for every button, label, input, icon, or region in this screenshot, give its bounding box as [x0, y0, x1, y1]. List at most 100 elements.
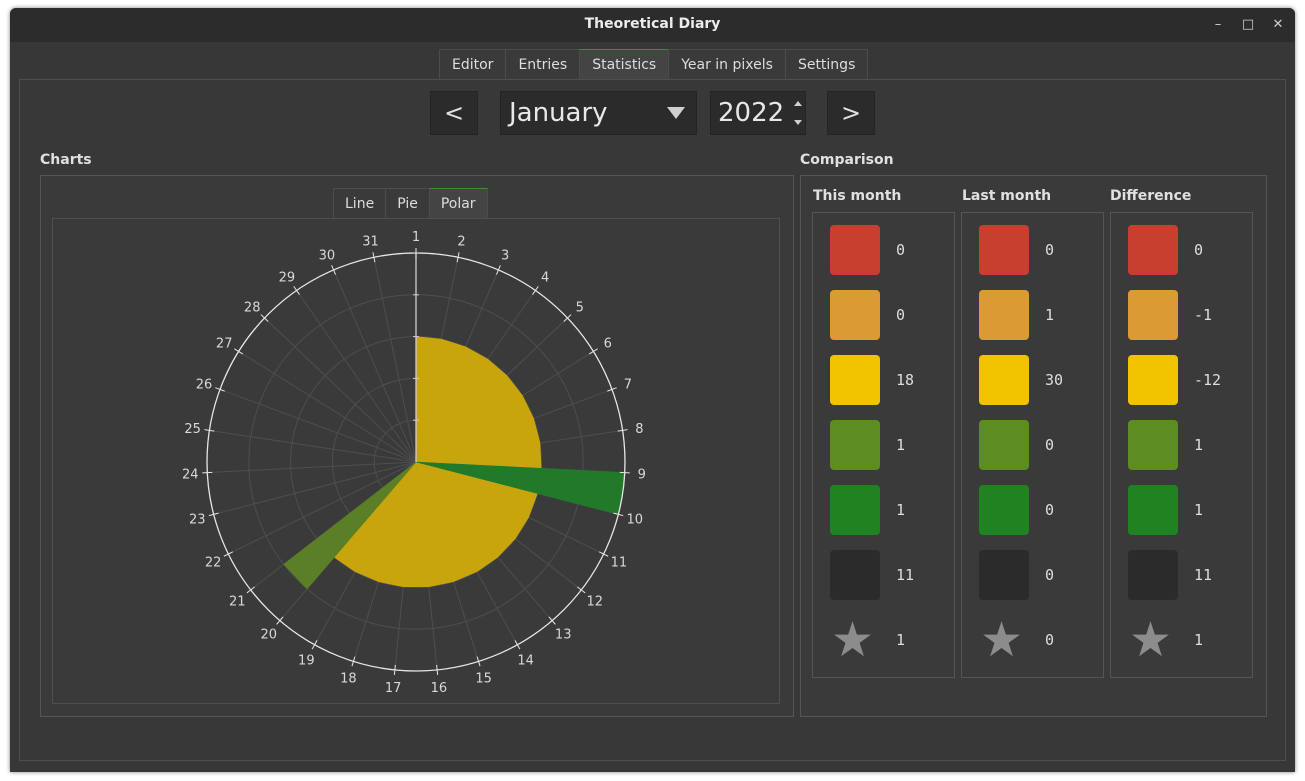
angular-tick	[223, 551, 234, 557]
angular-tick	[311, 640, 318, 650]
angular-label-21: 21	[229, 594, 246, 609]
chart-type-tabs: Line Pie Polar	[333, 188, 488, 218]
count-value-good: 1	[896, 436, 906, 454]
grid-spoke	[333, 269, 417, 463]
angular-label-26: 26	[196, 378, 213, 393]
count-value-okay: -12	[1194, 371, 1222, 389]
tab-statistics[interactable]: Statistics	[579, 49, 670, 79]
angular-label-7: 7	[624, 378, 632, 393]
angular-label-9: 9	[638, 467, 646, 482]
angular-label-11: 11	[611, 556, 628, 571]
angular-label-15: 15	[475, 672, 492, 687]
angular-tick	[234, 348, 244, 355]
dropdown-arrow-icon	[667, 107, 685, 119]
tab-line-chart[interactable]: Line	[333, 188, 387, 218]
tab-pie-chart[interactable]: Pie	[385, 188, 430, 218]
tab-editor[interactable]: Editor	[439, 49, 507, 79]
count-value-very-bad: 0	[1045, 241, 1055, 259]
rating-swatch-bad	[830, 290, 880, 340]
spin-down-icon[interactable]	[794, 120, 802, 125]
grid-spoke	[238, 351, 417, 463]
count-value-very-good: 1	[896, 501, 906, 519]
rating-swatch-very-bad	[1128, 225, 1178, 275]
window-title: Theoretical Diary	[584, 16, 721, 32]
rating-swatch-good	[979, 420, 1029, 470]
angular-tick	[577, 586, 586, 594]
difference-column: 0 -1 -12 1 1 11 ★ 1	[1110, 212, 1253, 678]
count-value-special: 1	[896, 631, 906, 649]
angular-label-30: 30	[319, 248, 336, 263]
count-value-okay: 18	[896, 371, 915, 389]
count-value-bad: 1	[1045, 306, 1055, 324]
rating-swatch-very-good	[979, 485, 1029, 535]
count-value-very-good: 0	[1045, 501, 1055, 519]
count-value-bad: 0	[896, 306, 906, 324]
angular-label-4: 4	[541, 271, 549, 286]
grid-spoke	[207, 461, 417, 474]
count-value-good: 1	[1194, 436, 1204, 454]
minimize-icon[interactable]: –	[1210, 17, 1226, 32]
angular-label-18: 18	[340, 672, 357, 687]
rating-swatch-okay	[830, 355, 880, 405]
tab-polar-chart[interactable]: Polar	[428, 188, 488, 218]
angular-tick	[514, 640, 521, 650]
next-month-button[interactable]: >	[827, 91, 875, 135]
rating-swatch-bad	[1128, 290, 1178, 340]
angular-label-23: 23	[189, 513, 206, 528]
angular-tick	[293, 286, 300, 295]
spin-up-icon[interactable]	[794, 101, 802, 106]
angular-label-5: 5	[576, 300, 584, 315]
angular-label-20: 20	[261, 627, 278, 642]
last-month-column: 0 1 30 0 0 0 ★ 0	[961, 212, 1104, 678]
count-value-no-rating: 11	[1194, 566, 1213, 584]
angular-label-3: 3	[501, 248, 509, 263]
angular-label-31: 31	[362, 235, 379, 250]
charts-group-title: Charts	[40, 152, 92, 168]
angular-label-2: 2	[457, 235, 465, 250]
angular-tick	[246, 586, 255, 594]
angular-tick	[619, 471, 630, 474]
count-value-special: 1	[1194, 631, 1204, 649]
count-value-very-bad: 0	[896, 241, 906, 259]
rating-swatch-good	[830, 420, 880, 470]
rating-swatch-no-rating	[979, 550, 1029, 600]
this-month-column: 0 0 18 1 1 11 ★ 1	[812, 212, 955, 678]
tab-entries[interactable]: Entries	[505, 49, 581, 79]
angular-label-19: 19	[298, 654, 315, 669]
star-icon: ★	[831, 612, 875, 668]
tab-settings[interactable]: Settings	[784, 49, 869, 79]
rating-swatch-okay	[1128, 355, 1178, 405]
close-icon[interactable]: ✕	[1270, 17, 1286, 32]
rating-swatch-very-good	[830, 485, 880, 535]
angular-label-24: 24	[182, 467, 199, 482]
angular-tick	[532, 286, 539, 295]
year-spinbox[interactable]: 2022	[710, 91, 806, 135]
column-title-this-month: This month	[813, 188, 902, 204]
comparison-group-title: Comparison	[800, 152, 894, 168]
previous-month-button[interactable]: <	[430, 91, 478, 135]
count-value-bad: -1	[1194, 306, 1213, 324]
month-select-value: January	[509, 98, 608, 128]
angular-label-1: 1	[412, 230, 420, 245]
polar-chart: 1 234567891011121314151617181920212223242…	[182, 230, 646, 696]
tab-year-in-pixels[interactable]: Year in pixels	[668, 49, 786, 79]
count-value-no-rating: 11	[896, 566, 915, 584]
chart-area: 1 2 3 4 5 6 7 8 9 10 11 12 13 14 15 16 17 18 19 20 21 22 23 24 2…	[52, 218, 780, 704]
angular-label-14: 14	[517, 654, 534, 669]
month-select[interactable]: January	[500, 91, 697, 135]
star-icon: ★	[1129, 612, 1173, 668]
rating-swatch-good	[1128, 420, 1178, 470]
angular-tick	[393, 664, 396, 675]
rating-swatch-very-bad	[830, 225, 880, 275]
count-value-special: 0	[1045, 631, 1055, 649]
angular-tick	[202, 471, 213, 474]
angular-label-10: 10	[627, 513, 644, 528]
count-value-no-rating: 0	[1045, 566, 1055, 584]
angular-label-25: 25	[184, 422, 201, 437]
count-value-okay: 30	[1045, 371, 1064, 389]
angular-label-27: 27	[216, 336, 233, 351]
grid-spoke	[264, 317, 417, 463]
maximize-icon[interactable]: □	[1240, 17, 1256, 32]
star-icon: ★	[980, 612, 1024, 668]
rating-swatch-very-bad	[979, 225, 1029, 275]
